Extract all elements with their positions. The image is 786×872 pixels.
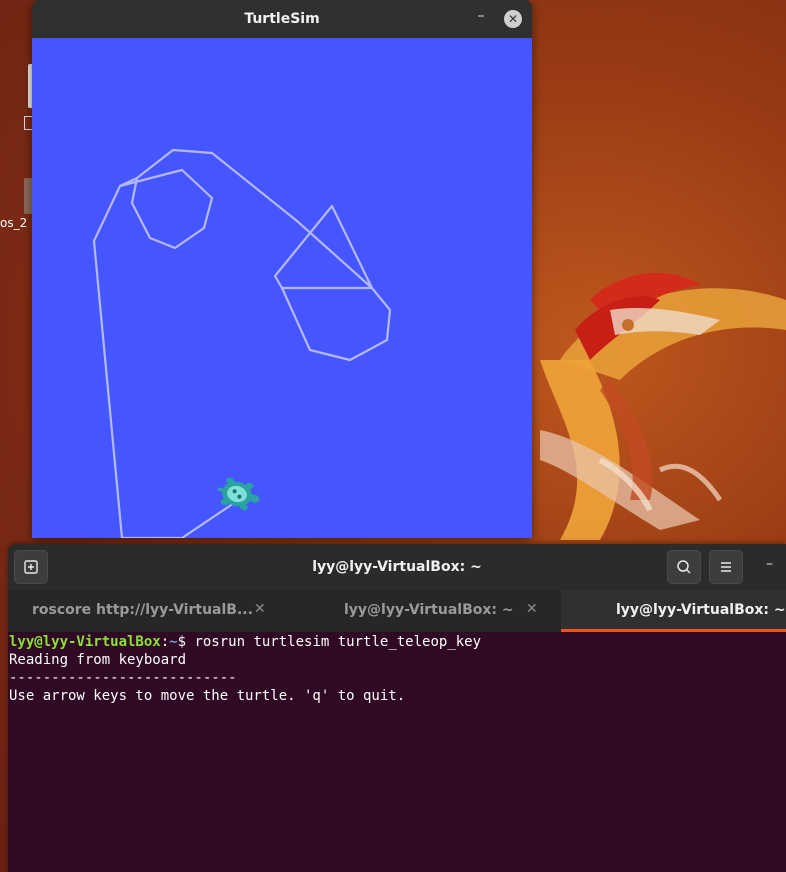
turtle-trail: [92, 148, 392, 538]
command-line: lyy@lyy-VirtualBox:~$ rosrun turtlesim t…: [9, 633, 786, 651]
terminal-window: lyy@lyy-VirtualBox: ~ – roscore http://l…: [8, 544, 786, 872]
turtlesim-window: TurtleSim – ✕: [32, 0, 532, 538]
tab-label: roscore http://lyy-VirtualB...: [32, 602, 253, 618]
turtle-icon: [217, 477, 260, 511]
tab-label: lyy@lyy-VirtualBox: ~: [616, 602, 786, 618]
close-button[interactable]: ✕: [504, 10, 522, 28]
prompt-symbol: $: [177, 634, 195, 650]
search-icon: [677, 560, 691, 574]
turtlesim-titlebar[interactable]: TurtleSim – ✕: [32, 0, 532, 38]
tab-label: lyy@lyy-VirtualBox: ~: [344, 602, 514, 618]
trail-path-loop: [119, 168, 214, 250]
terminal-tab-bar: roscore http://lyy-VirtualB... ✕ lyy@lyy…: [8, 590, 786, 632]
turtlesim-canvas: [32, 38, 532, 538]
prompt-user: lyy@lyy-VirtualBox: [9, 634, 161, 650]
prompt-separator: :: [160, 634, 170, 650]
prompt-path: ~: [169, 634, 178, 650]
turtlesim-title: TurtleSim: [244, 11, 320, 27]
tab-shell-2[interactable]: lyy@lyy-VirtualBox: ~ ✕: [272, 590, 544, 632]
terminal-headerbar[interactable]: lyy@lyy-VirtualBox: ~ –: [8, 544, 786, 590]
tab-shell-3-active[interactable]: lyy@lyy-VirtualBox: ~: [561, 590, 786, 632]
tab-roscore[interactable]: roscore http://lyy-VirtualB... ✕: [8, 590, 272, 632]
tab-close-icon[interactable]: ✕: [254, 601, 266, 617]
terminal-minimize-button[interactable]: –: [766, 556, 773, 572]
minimize-button[interactable]: –: [473, 8, 489, 28]
output-line: Reading from keyboard: [9, 652, 187, 668]
trail-path-polygon: [280, 287, 392, 362]
output-line: ---------------------------: [9, 670, 237, 686]
desktop-icon-label: os_2: [0, 216, 28, 230]
terminal-output[interactable]: lyy@lyy-VirtualBox:~$ rosrun turtlesim t…: [8, 632, 786, 872]
output-line: Use arrow keys to move the turtle. 'q' t…: [9, 688, 406, 704]
search-button[interactable]: [667, 550, 701, 584]
tab-close-icon[interactable]: ✕: [526, 601, 538, 617]
command-text: rosrun turtlesim turtle_teleop_key: [194, 634, 482, 650]
hamburger-menu-button[interactable]: [709, 550, 743, 584]
hamburger-icon: [721, 562, 731, 572]
